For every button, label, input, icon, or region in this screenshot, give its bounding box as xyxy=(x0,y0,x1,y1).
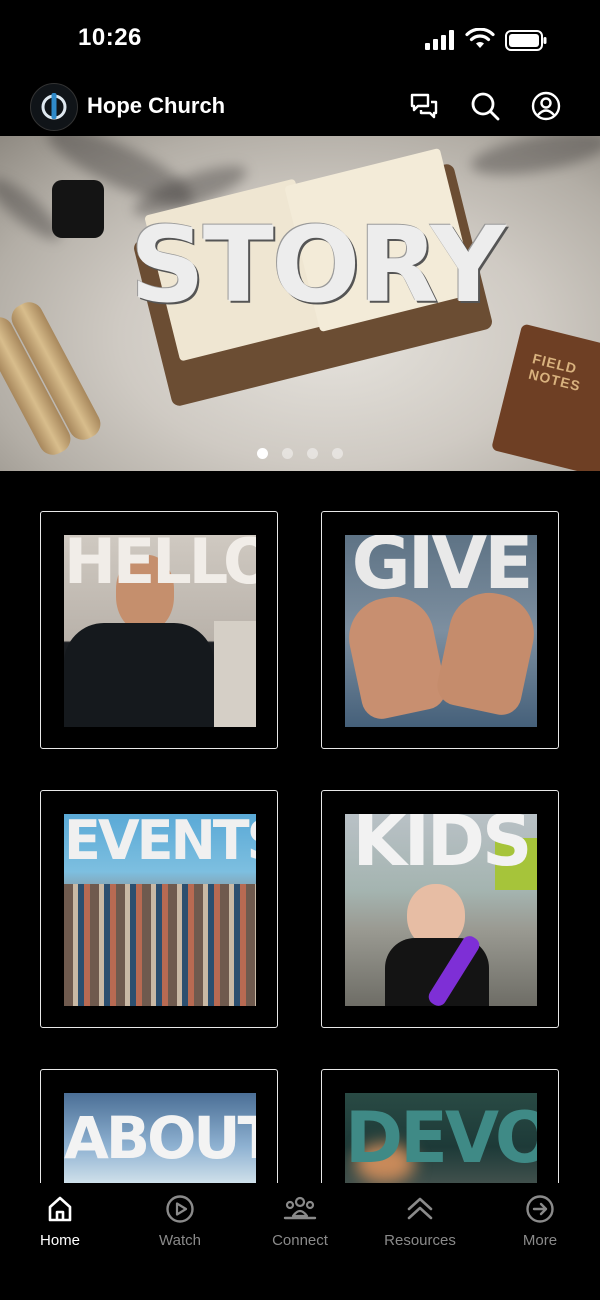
carousel-dot[interactable] xyxy=(307,448,318,459)
nav-label: Connect xyxy=(272,1232,328,1249)
hand-image xyxy=(433,585,537,719)
double-chevron-up-icon xyxy=(407,1197,433,1220)
nav-more[interactable]: More xyxy=(480,1190,600,1260)
nav-label: Watch xyxy=(159,1232,201,1249)
tile-image: ABOUT xyxy=(64,1093,256,1183)
tile-image: HELLO xyxy=(64,535,256,727)
tile-word: HELLO xyxy=(64,535,256,598)
search-icon[interactable] xyxy=(470,91,500,121)
nav-resources[interactable]: Resources xyxy=(360,1190,480,1260)
person-shirt xyxy=(64,623,214,727)
nav-label: More xyxy=(522,1232,558,1249)
tile-image: KIDS xyxy=(345,814,537,1006)
tile-word: EVENTS xyxy=(64,814,256,872)
carousel-dot[interactable] xyxy=(332,448,343,459)
tile-word: GIVE xyxy=(351,535,534,605)
nav-watch[interactable]: Watch xyxy=(120,1190,240,1260)
chat-icon[interactable] xyxy=(409,91,439,121)
tile-hello[interactable]: HELLO xyxy=(40,511,278,749)
play-circle-icon xyxy=(166,1195,194,1223)
nav-label: Home xyxy=(39,1232,80,1249)
church-logo[interactable] xyxy=(30,83,78,131)
status-bar: 10:26 xyxy=(0,0,600,80)
tile-events[interactable]: EVENTS xyxy=(40,790,278,1028)
home-icon xyxy=(48,1196,72,1222)
profile-icon[interactable] xyxy=(531,91,561,121)
carousel-dot[interactable] xyxy=(282,448,293,459)
status-time: 10:26 xyxy=(78,24,142,51)
crowd-image xyxy=(64,884,256,1006)
inkwell-image xyxy=(52,180,104,238)
hand-image xyxy=(345,589,450,723)
tile-devo[interactable]: DEVO xyxy=(321,1069,559,1199)
logo-icon xyxy=(41,93,67,120)
background-wall xyxy=(214,621,256,727)
hero-title: STORY xyxy=(130,204,506,326)
battery-icon xyxy=(505,30,547,51)
carousel-dot[interactable] xyxy=(257,448,268,459)
cellular-signal-icon xyxy=(425,30,454,50)
tile-give[interactable]: GIVE xyxy=(321,511,559,749)
tile-image: DEVO xyxy=(345,1093,537,1183)
tile-about[interactable]: ABOUT xyxy=(40,1069,278,1199)
hero-banner[interactable]: FIELD NOTES STORY xyxy=(0,136,600,471)
app-name: Hope Church xyxy=(87,93,226,118)
nav-home[interactable]: Home xyxy=(0,1190,120,1260)
shadow-decoration xyxy=(468,136,600,183)
nav-label: Resources xyxy=(384,1232,456,1249)
group-icon xyxy=(283,1196,317,1220)
tile-word: ABOUT xyxy=(64,1104,256,1172)
carousel-dots xyxy=(0,448,600,460)
tile-word: DEVO xyxy=(345,1097,537,1179)
wifi-icon xyxy=(465,28,495,48)
tile-kids[interactable]: KIDS xyxy=(321,790,559,1028)
nav-connect[interactable]: Connect xyxy=(240,1190,360,1260)
tile-image: EVENTS xyxy=(64,814,256,1006)
tile-word: KIDS xyxy=(352,814,533,882)
arrow-circle-right-icon xyxy=(526,1195,554,1223)
tile-image: GIVE xyxy=(345,535,537,727)
